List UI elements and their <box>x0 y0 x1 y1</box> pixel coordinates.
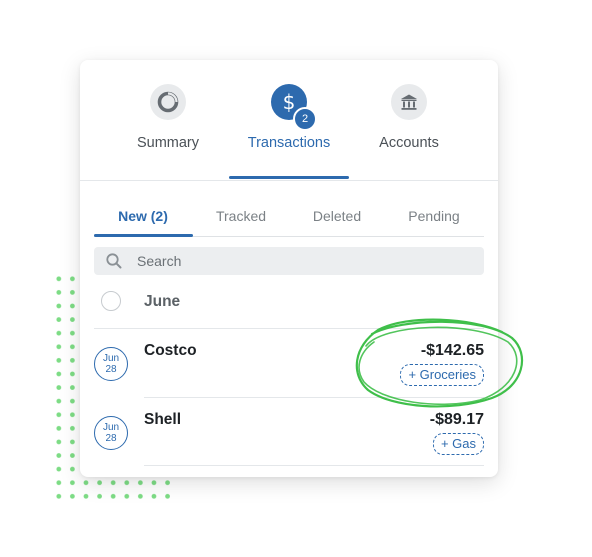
date-badge: Jun 28 <box>94 347 128 381</box>
search-icon <box>106 253 122 269</box>
filter-tab-bar: New (2) Tracked Deleted Pending <box>94 202 484 237</box>
dollar-glyph: $ <box>282 90 296 114</box>
transactions-card: Summary $ Transactions 2 Accounts New (2… <box>80 60 498 477</box>
transaction-row[interactable]: Jun 28 Shell -$89.17 + Gas <box>80 398 498 466</box>
tab-deleted[interactable]: Deleted <box>288 208 386 224</box>
merchant-name: Shell <box>144 411 182 428</box>
tab-accounts-label: Accounts <box>379 135 439 151</box>
tab-tracked[interactable]: Tracked <box>192 208 290 224</box>
tab-summary-label: Summary <box>136 135 200 151</box>
merchant-name: Costco <box>144 342 197 359</box>
search-bar <box>94 247 484 275</box>
active-filter-indicator <box>94 234 193 237</box>
date-day: 28 <box>105 364 117 375</box>
tab-pending[interactable]: Pending <box>385 208 483 224</box>
tab-transactions-label: Transactions <box>247 135 331 151</box>
active-tab-indicator <box>229 176 349 179</box>
pie-chart-icon <box>150 84 186 120</box>
notification-badge: 2 <box>293 107 317 131</box>
transaction-amount: -$89.17 <box>429 411 484 428</box>
date-month: Jun <box>102 352 120 364</box>
tab-accounts[interactable]: Accounts <box>339 60 479 180</box>
date-month: Jun <box>102 421 120 433</box>
month-group-label: June <box>144 293 181 310</box>
tab-new[interactable]: New (2) <box>94 208 192 224</box>
main-tab-bar: Summary $ Transactions 2 Accounts <box>80 60 498 181</box>
date-day: 28 <box>105 433 117 444</box>
tab-transactions[interactable]: $ Transactions <box>219 60 359 180</box>
divider <box>144 465 484 466</box>
tab-summary[interactable]: Summary <box>98 60 238 180</box>
add-category-button[interactable]: + Gas <box>432 433 484 455</box>
transaction-row[interactable]: Jun 28 Costco -$142.65 + Groceries <box>80 329 498 397</box>
add-category-button[interactable]: + Groceries <box>400 364 484 386</box>
bank-icon <box>391 84 427 120</box>
transaction-amount: -$142.65 <box>420 342 484 359</box>
date-badge: Jun 28 <box>94 416 128 450</box>
search-input[interactable] <box>137 253 457 269</box>
select-all-radio[interactable] <box>101 291 121 311</box>
